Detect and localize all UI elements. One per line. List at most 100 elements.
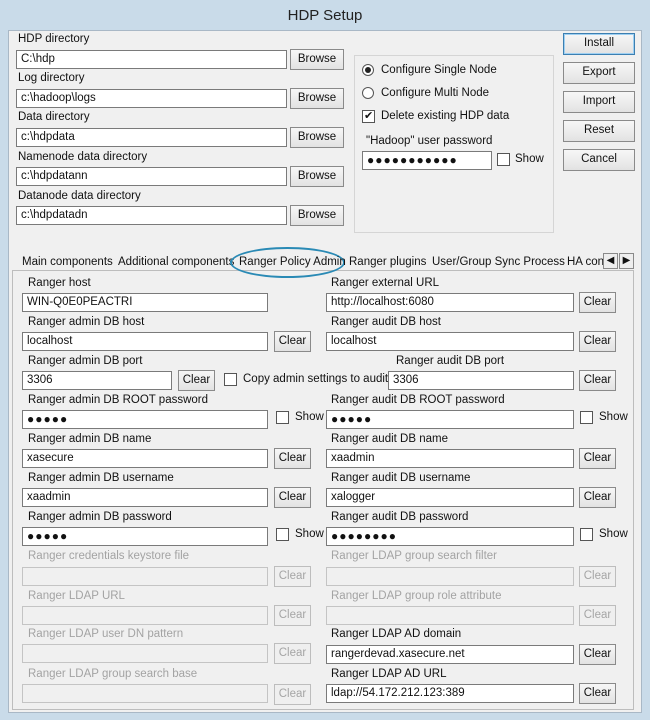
admin-db-pw-label: Ranger admin DB password bbox=[28, 511, 172, 523]
data-dir-browse-button[interactable]: Browse bbox=[290, 127, 344, 148]
window-title: HDP Setup bbox=[287, 7, 363, 24]
audit-db-host-input[interactable]: localhost bbox=[326, 332, 574, 351]
audit-db-host-clear-button[interactable]: Clear bbox=[579, 331, 616, 352]
admin-db-pw-input[interactable]: ●●●●● bbox=[22, 527, 268, 546]
audit-db-pw-input[interactable]: ●●●●●●●● bbox=[326, 527, 574, 546]
admin-db-port-label: Ranger admin DB port bbox=[28, 355, 143, 367]
tab-user-group-sync[interactable]: User/Group Sync Process bbox=[430, 253, 567, 273]
single-node-radio[interactable] bbox=[362, 64, 374, 76]
audit-root-pw-label: Ranger audit DB ROOT password bbox=[331, 394, 505, 406]
admin-db-user-input[interactable]: xaadmin bbox=[22, 488, 268, 507]
ldap-ad-url-clear-button[interactable]: Clear bbox=[579, 683, 616, 704]
hdp-dir-input[interactable]: C:\hdp bbox=[16, 50, 287, 69]
audit-db-pw-label: Ranger audit DB password bbox=[331, 511, 469, 523]
ldap-user-dn-input bbox=[22, 644, 268, 663]
audit-db-user-clear-button[interactable]: Clear bbox=[579, 487, 616, 508]
ranger-host-input[interactable]: WIN-Q0E0PEACTRI bbox=[22, 293, 268, 312]
admin-db-name-label: Ranger admin DB name bbox=[28, 433, 152, 445]
datanode-dir-input[interactable]: c:\hdpdatadn bbox=[16, 206, 287, 225]
audit-db-user-input[interactable]: xalogger bbox=[326, 488, 574, 507]
ranger-external-url-clear-button[interactable]: Clear bbox=[579, 292, 616, 313]
ranger-host-label: Ranger host bbox=[28, 277, 91, 289]
ldap-url-label: Ranger LDAP URL bbox=[28, 590, 125, 602]
datanode-dir-label: Datanode data directory bbox=[18, 190, 141, 202]
namenode-dir-label: Namenode data directory bbox=[18, 151, 148, 163]
hadoop-pw-input[interactable]: ●●●●●●●●●●● bbox=[362, 151, 492, 170]
audit-db-name-clear-button[interactable]: Clear bbox=[579, 448, 616, 469]
ldap-ad-domain-label: Ranger LDAP AD domain bbox=[331, 628, 462, 640]
data-dir-label: Data directory bbox=[18, 111, 90, 123]
single-node-label[interactable]: Configure Single Node bbox=[381, 64, 497, 76]
audit-root-pw-show-label[interactable]: Show bbox=[599, 411, 628, 423]
ldap-group-filter-input bbox=[326, 567, 574, 586]
multi-node-label[interactable]: Configure Multi Node bbox=[381, 87, 489, 99]
admin-db-pw-show-label[interactable]: Show bbox=[295, 528, 324, 540]
reset-button[interactable]: Reset bbox=[563, 120, 635, 142]
ldap-group-base-clear-button: Clear bbox=[274, 684, 311, 705]
ldap-url-clear-button: Clear bbox=[274, 605, 311, 626]
log-dir-browse-button[interactable]: Browse bbox=[290, 88, 344, 109]
hdp-dir-label: HDP directory bbox=[18, 33, 90, 45]
admin-db-name-clear-button[interactable]: Clear bbox=[274, 448, 311, 469]
ldap-ad-url-label: Ranger LDAP AD URL bbox=[331, 668, 447, 680]
ldap-group-base-input bbox=[22, 684, 268, 703]
ldap-url-input bbox=[22, 606, 268, 625]
audit-root-pw-input[interactable]: ●●●●● bbox=[326, 410, 574, 429]
tab-ranger-policy-admin[interactable]: Ranger Policy Admin bbox=[237, 253, 348, 273]
admin-db-host-input[interactable]: localhost bbox=[22, 332, 268, 351]
keystore-input bbox=[22, 567, 268, 586]
admin-db-port-clear-button[interactable]: Clear bbox=[178, 370, 215, 391]
hadoop-pw-show-label[interactable]: Show bbox=[515, 153, 544, 165]
admin-root-pw-show-checkbox[interactable] bbox=[276, 411, 289, 424]
tab-additional-components[interactable]: Additional components bbox=[116, 253, 236, 273]
admin-root-pw-show-label[interactable]: Show bbox=[295, 411, 324, 423]
admin-db-user-clear-button[interactable]: Clear bbox=[274, 487, 311, 508]
hdp-dir-browse-button[interactable]: Browse bbox=[290, 49, 344, 70]
export-button[interactable]: Export bbox=[563, 62, 635, 84]
tab-main-components[interactable]: Main components bbox=[20, 253, 115, 273]
tab-scroll-right-icon[interactable]: ▶ bbox=[619, 253, 634, 269]
audit-db-user-label: Ranger audit DB username bbox=[331, 472, 471, 484]
admin-db-host-clear-button[interactable]: Clear bbox=[274, 331, 311, 352]
ranger-external-url-input[interactable]: http://localhost:6080 bbox=[326, 293, 574, 312]
ldap-ad-url-input[interactable]: ldap://54.172.212.123:389 bbox=[326, 684, 574, 703]
tab-scroll-left-icon[interactable]: ◀ bbox=[603, 253, 618, 269]
import-button[interactable]: Import bbox=[563, 91, 635, 113]
admin-root-pw-label: Ranger admin DB ROOT password bbox=[28, 394, 209, 406]
tab-ranger-plugins[interactable]: Ranger plugins bbox=[347, 253, 428, 273]
admin-db-port-input[interactable]: 3306 bbox=[22, 371, 172, 390]
admin-db-host-label: Ranger admin DB host bbox=[28, 316, 145, 328]
audit-db-pw-show-checkbox[interactable] bbox=[580, 528, 593, 541]
ldap-user-dn-label: Ranger LDAP user DN pattern bbox=[28, 628, 184, 640]
copy-admin-label[interactable]: Copy admin settings to audit bbox=[243, 373, 388, 385]
namenode-dir-browse-button[interactable]: Browse bbox=[290, 166, 344, 187]
log-dir-input[interactable]: c:\hadoop\logs bbox=[16, 89, 287, 108]
namenode-dir-input[interactable]: c:\hdpdatann bbox=[16, 167, 287, 186]
hadoop-pw-show-checkbox[interactable] bbox=[497, 153, 510, 166]
data-dir-input[interactable]: c:\hdpdata bbox=[16, 128, 287, 147]
install-button[interactable]: Install bbox=[563, 33, 635, 55]
audit-db-port-input[interactable]: 3306 bbox=[388, 371, 574, 390]
delete-existing-checkbox[interactable] bbox=[362, 109, 375, 123]
audit-db-port-label: Ranger audit DB port bbox=[396, 355, 505, 367]
audit-db-name-label: Ranger audit DB name bbox=[331, 433, 448, 445]
ldap-ad-domain-input[interactable]: rangerdevad.xasecure.net bbox=[326, 645, 574, 664]
admin-db-name-input[interactable]: xasecure bbox=[22, 449, 268, 468]
keystore-label: Ranger credentials keystore file bbox=[28, 550, 190, 562]
ldap-group-filter-label: Ranger LDAP group search filter bbox=[331, 550, 497, 562]
audit-db-pw-show-label[interactable]: Show bbox=[599, 528, 628, 540]
ldap-ad-domain-clear-button[interactable]: Clear bbox=[579, 644, 616, 665]
admin-root-pw-input[interactable]: ●●●●● bbox=[22, 410, 268, 429]
tab-ha-config[interactable]: HA con bbox=[565, 253, 603, 273]
ranger-external-url-label: Ranger external URL bbox=[331, 277, 440, 289]
admin-db-pw-show-checkbox[interactable] bbox=[276, 528, 289, 541]
ldap-group-role-clear-button: Clear bbox=[579, 605, 616, 626]
audit-db-name-input[interactable]: xaadmin bbox=[326, 449, 574, 468]
cancel-button[interactable]: Cancel bbox=[563, 149, 635, 171]
audit-db-port-clear-button[interactable]: Clear bbox=[579, 370, 616, 391]
multi-node-radio[interactable] bbox=[362, 87, 374, 99]
delete-existing-label[interactable]: Delete existing HDP data bbox=[381, 110, 509, 122]
audit-root-pw-show-checkbox[interactable] bbox=[580, 411, 593, 424]
copy-admin-checkbox[interactable] bbox=[224, 373, 237, 386]
datanode-dir-browse-button[interactable]: Browse bbox=[290, 205, 344, 226]
